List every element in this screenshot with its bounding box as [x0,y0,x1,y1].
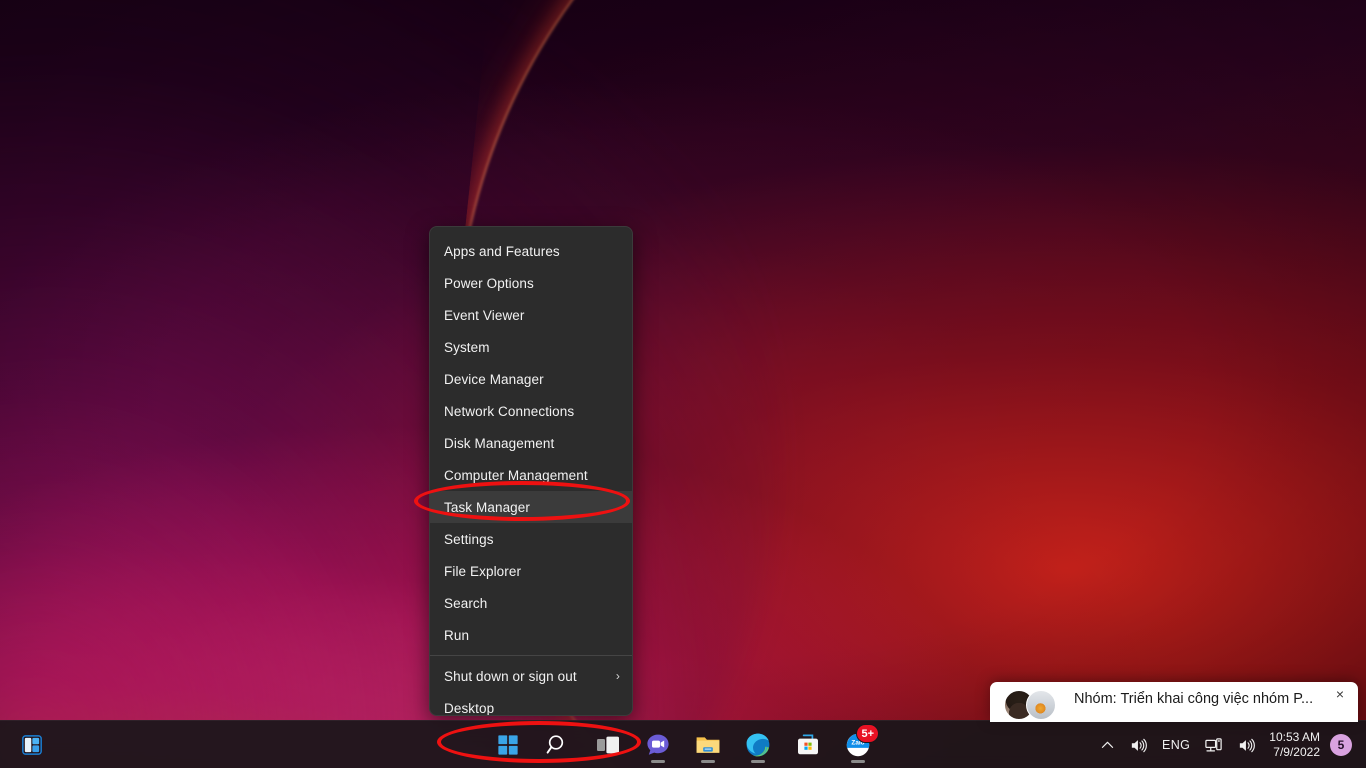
menu-item-apps-and-features[interactable]: Apps and Features [430,235,632,267]
task-view-icon [597,736,619,754]
tray-clock-date: 7/9/2022 [1273,745,1320,759]
chevron-up-icon [1101,741,1114,748]
taskbar-button-start[interactable] [488,725,528,765]
toast-avatar-group [1004,690,1060,720]
tray-language-indicator[interactable]: ENG [1155,726,1197,764]
menu-item-label: System [444,339,490,355]
menu-item-network-connections[interactable]: Network Connections [430,395,632,427]
chevron-right-icon: › [615,669,620,683]
menu-item-desktop[interactable]: Desktop [430,692,632,716]
menu-item-shut-down-or-sign-out[interactable]: Shut down or sign out › [430,660,632,692]
taskbar-button-file-explorer[interactable] [688,725,728,765]
menu-item-label: Run [444,627,470,643]
menu-item-label: Search [444,595,488,611]
system-tray: ENG 10:53 AM 7/9/2022 5 [1093,721,1366,768]
menu-item-label: Device Manager [444,371,544,387]
taskbar-button-chat[interactable] [638,725,678,765]
menu-item-label: Desktop [444,700,495,716]
menu-item-label: File Explorer [444,563,522,579]
menu-item-search[interactable]: Search [430,587,632,619]
tray-chevron-up[interactable] [1093,726,1122,764]
menu-item-label: Network Connections [444,403,575,419]
tray-network[interactable] [1197,726,1230,764]
taskbar[interactable]: Zalo 5+ ENG 10:53 AM 7/9/2022 5 [0,720,1366,768]
taskbar-button-microsoft-store[interactable] [788,725,828,765]
taskbar-left-group [12,721,52,768]
menu-item-label: Power Options [444,275,534,291]
menu-item-device-manager[interactable]: Device Manager [430,363,632,395]
menu-separator [430,655,632,656]
menu-item-run[interactable]: Run [430,619,632,651]
notification-count-badge[interactable]: 5 [1330,734,1352,756]
tray-clock-time: 10:53 AM [1269,730,1320,744]
menu-item-event-viewer[interactable]: Event Viewer [430,299,632,331]
microsoft-store-icon [798,734,818,755]
menu-item-label: Computer Management [444,467,588,483]
running-indicator [851,760,865,763]
close-icon[interactable]: × [1331,685,1349,703]
menu-item-label: Settings [444,531,494,547]
running-indicator [751,760,765,763]
teams-chat-icon [647,734,669,755]
search-icon [546,735,564,754]
widgets-icon [22,735,42,755]
menu-item-label: Task Manager [444,499,530,515]
desktop-wallpaper[interactable] [0,0,1366,768]
taskbar-button-widgets[interactable] [12,725,52,765]
network-icon [1205,737,1223,751]
menu-item-label: Apps and Features [444,243,560,259]
menu-item-computer-management[interactable]: Computer Management [430,459,632,491]
taskbar-button-zalo[interactable]: Zalo 5+ [838,724,879,765]
file-explorer-icon [696,737,720,753]
running-indicator [701,760,715,763]
menu-item-label: Shut down or sign out [444,668,577,684]
menu-item-disk-management[interactable]: Disk Management [430,427,632,459]
menu-item-label: Disk Management [444,435,555,451]
win-x-quick-link-menu[interactable]: Apps and Features Power Options Event View… [429,226,633,716]
tray-volume[interactable] [1122,726,1155,764]
volume-icon [1131,738,1147,752]
menu-item-power-options[interactable]: Power Options [430,267,632,299]
zalo-badge: 5+ [856,724,879,743]
menu-item-label: Event Viewer [444,307,525,323]
wallpaper-vignette [0,0,1366,768]
speaker-icon [1240,738,1256,752]
taskbar-button-task-view[interactable] [588,725,628,765]
taskbar-button-edge[interactable] [738,725,778,765]
taskbar-center-group: Zalo 5+ [488,721,879,768]
menu-item-task-manager[interactable]: Task Manager [430,491,632,523]
tray-clock[interactable]: 10:53 AM 7/9/2022 [1263,726,1328,764]
menu-item-system[interactable]: System [430,331,632,363]
notification-toast[interactable]: Nhóm: Triển khai công việc nhóm P... × [990,682,1358,722]
avatar [1026,690,1056,720]
edge-icon [746,733,770,757]
start-icon [498,735,518,755]
tray-sound[interactable] [1230,726,1263,764]
menu-item-settings[interactable]: Settings [430,523,632,555]
taskbar-button-search[interactable] [538,725,578,765]
menu-item-file-explorer[interactable]: File Explorer [430,555,632,587]
toast-message: Nhóm: Triển khai công việc nhóm P... [1074,691,1314,707]
running-indicator [651,760,665,763]
